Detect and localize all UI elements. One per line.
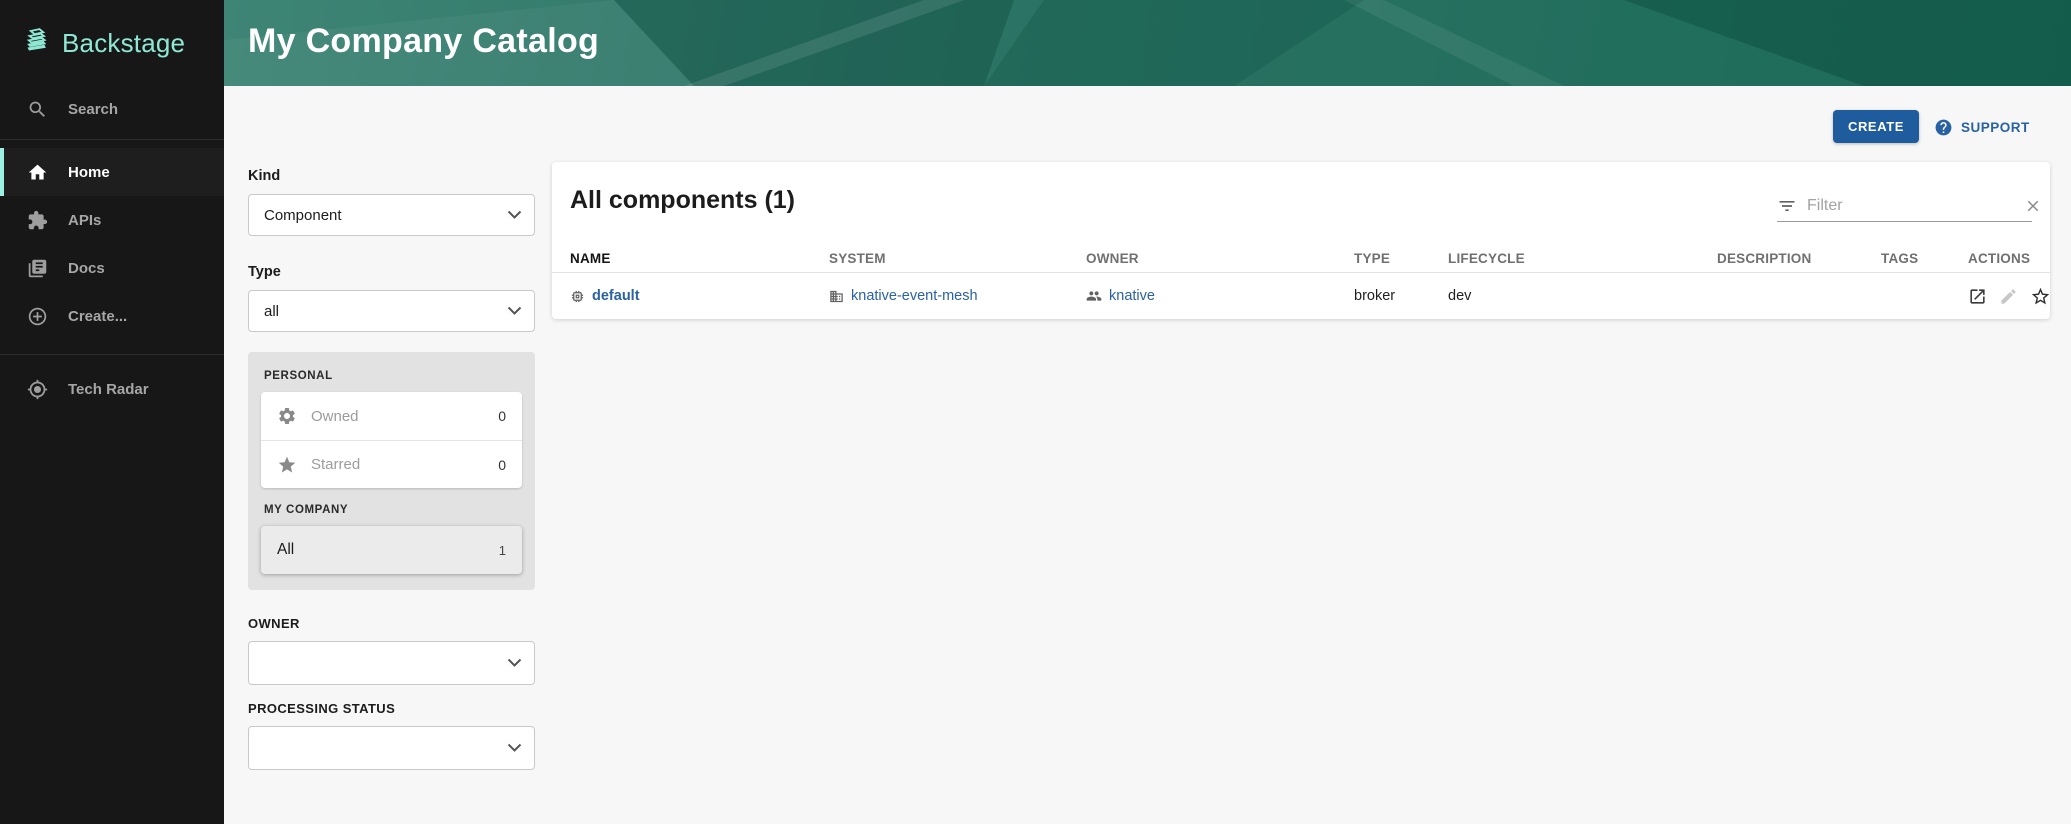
picker-item-count: 0	[498, 457, 506, 473]
support-label: SUPPORT	[1961, 120, 2030, 135]
column-header-lifecycle[interactable]: LIFECYCLE	[1448, 251, 1717, 266]
edit-pencil-icon[interactable]	[1999, 287, 2018, 306]
owner-cell: knative	[1086, 288, 1354, 304]
open-in-new-icon[interactable]	[1968, 287, 1987, 306]
column-header-owner[interactable]: OWNER	[1086, 251, 1354, 266]
sidebar-item-create[interactable]: Create...	[0, 292, 224, 340]
logo[interactable]: Backstage	[0, 0, 224, 61]
personal-group-title: PERSONAL	[264, 370, 522, 382]
filters-panel: Kind Component Type all PERSONAL Owned	[248, 168, 535, 790]
table-filter-field	[1777, 190, 2032, 222]
radar-target-icon	[26, 379, 48, 400]
star-icon	[277, 455, 297, 475]
sidebar-item-home[interactable]: Home	[0, 148, 224, 196]
home-icon	[26, 162, 48, 183]
type-filter-label: Type	[248, 264, 535, 280]
system-cell: knative-event-mesh	[829, 288, 1086, 304]
components-table-card: All components (1) NAME SYSTEM OWNER TYP…	[552, 162, 2050, 319]
docs-icon	[26, 258, 48, 279]
add-circle-icon	[26, 306, 48, 327]
processing-status-select[interactable]	[248, 726, 535, 770]
chevron-down-icon	[507, 655, 522, 672]
column-header-type[interactable]: TYPE	[1354, 251, 1448, 266]
sidebar-divider	[0, 139, 224, 140]
page-header: My Company Catalog	[224, 0, 2071, 86]
logo-text: Backstage	[62, 28, 185, 59]
type-select-value: all	[264, 303, 279, 320]
type-select[interactable]: all	[248, 290, 535, 332]
processing-status-filter-label: PROCESSING STATUS	[248, 701, 535, 716]
picker-item-owned[interactable]: Owned 0	[261, 392, 522, 440]
sidebar-item-label: Docs	[68, 260, 105, 277]
backstage-app: Backstage Search Home APIs Docs	[0, 0, 2071, 824]
component-chip-icon	[570, 289, 585, 304]
sidebar-item-label: APIs	[68, 212, 101, 229]
chevron-down-icon	[507, 207, 522, 224]
filter-list-icon	[1777, 196, 1797, 216]
table-filter-input[interactable]	[1807, 197, 2014, 215]
create-button[interactable]: CREATE	[1833, 110, 1919, 143]
sidebar-item-search[interactable]: Search	[0, 87, 224, 131]
kind-filter-label: Kind	[248, 168, 535, 184]
picker-item-count: 0	[498, 408, 506, 424]
entity-link[interactable]: default	[592, 288, 640, 304]
help-icon	[1934, 118, 1953, 137]
column-header-tags[interactable]: TAGS	[1881, 251, 1968, 266]
puzzle-icon	[26, 210, 48, 231]
name-cell: default	[570, 288, 829, 304]
picker-item-label: All	[277, 541, 499, 559]
sidebar-divider	[0, 354, 224, 355]
owner-picker-box: PERSONAL Owned 0 Starred 0 MY COM	[248, 352, 535, 590]
table-title: All components (1)	[570, 186, 795, 215]
system-building-icon	[829, 289, 844, 304]
chevron-down-icon	[507, 303, 522, 320]
sidebar-item-label: Home	[68, 164, 110, 181]
table-row: default knative-event-mesh knative broke…	[552, 273, 2050, 319]
sidebar-item-tech-radar[interactable]: Tech Radar	[0, 365, 224, 413]
picker-item-all[interactable]: All 1	[261, 526, 522, 574]
type-cell: broker	[1354, 288, 1448, 304]
sidebar: Backstage Search Home APIs Docs	[0, 0, 224, 824]
actions-cell	[1968, 286, 2051, 307]
backstage-logo-icon	[22, 26, 52, 61]
lifecycle-cell: dev	[1448, 288, 1717, 304]
column-header-system[interactable]: SYSTEM	[829, 251, 1086, 266]
chevron-down-icon	[507, 740, 522, 757]
gear-icon	[277, 406, 297, 426]
column-header-actions: ACTIONS	[1968, 251, 2050, 266]
column-header-name[interactable]: NAME	[570, 251, 829, 266]
picker-item-label: Owned	[311, 408, 498, 425]
owner-filter-label: OWNER	[248, 616, 535, 631]
support-button[interactable]: SUPPORT	[1934, 112, 2030, 142]
picker-item-count: 1	[499, 543, 506, 558]
column-header-description[interactable]: DESCRIPTION	[1717, 251, 1881, 266]
clear-filter-icon[interactable]	[2024, 197, 2042, 215]
sidebar-item-docs[interactable]: Docs	[0, 244, 224, 292]
sidebar-item-label: Tech Radar	[68, 381, 149, 398]
picker-item-label: Starred	[311, 456, 498, 473]
owner-select[interactable]	[248, 641, 535, 685]
owner-link[interactable]: knative	[1109, 288, 1155, 304]
sidebar-item-label: Create...	[68, 308, 127, 325]
sidebar-item-label: Search	[68, 101, 118, 118]
search-icon	[26, 99, 48, 120]
group-icon	[1086, 288, 1102, 304]
table-header-row: NAME SYSTEM OWNER TYPE LIFECYCLE DESCRIP…	[552, 244, 2050, 273]
personal-group-card: Owned 0 Starred 0	[261, 392, 522, 488]
company-group-title: MY COMPANY	[264, 504, 522, 516]
picker-item-starred[interactable]: Starred 0	[261, 440, 522, 488]
page-title: My Company Catalog	[248, 22, 599, 61]
kind-select-value: Component	[264, 207, 342, 224]
system-link[interactable]: knative-event-mesh	[851, 288, 978, 304]
sidebar-item-apis[interactable]: APIs	[0, 196, 224, 244]
star-outline-icon[interactable]	[2030, 286, 2051, 307]
kind-select[interactable]: Component	[248, 194, 535, 236]
